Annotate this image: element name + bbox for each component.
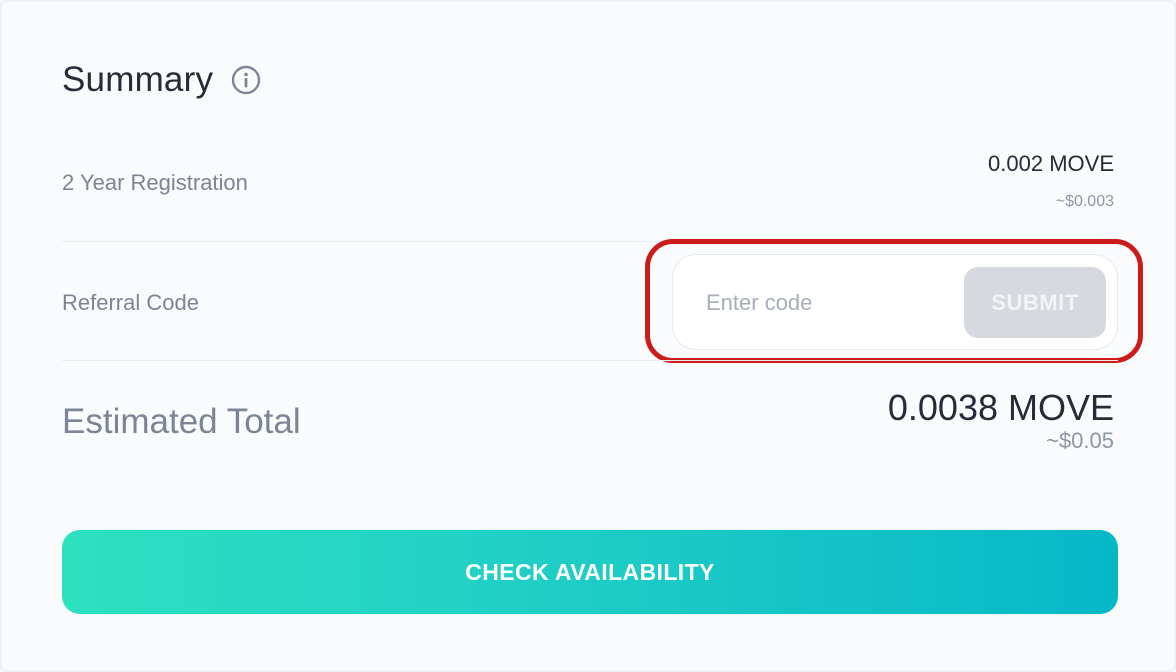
check-availability-button[interactable]: CHECK AVAILABILITY <box>62 530 1118 614</box>
estimated-total-usd: ~$0.05 <box>1046 428 1114 453</box>
summary-title: Summary <box>62 60 214 99</box>
referral-label: Referral Code <box>62 290 199 315</box>
summary-header: Summary <box>62 58 261 102</box>
registration-price: 0.002 MOVE <box>988 151 1114 176</box>
estimated-total-price: 0.0038 MOVE <box>887 387 1114 428</box>
registration-label: 2 Year Registration <box>62 170 248 195</box>
registration-usd: ~$0.003 <box>1055 193 1114 210</box>
info-icon[interactable] <box>231 65 261 95</box>
estimated-total-label: Estimated Total <box>62 402 301 441</box>
summary-card: Summary 2 Year Registration 0.002 MOVE ~… <box>0 0 1176 672</box>
highlight-annotation <box>645 239 1143 363</box>
divider <box>62 360 1118 361</box>
